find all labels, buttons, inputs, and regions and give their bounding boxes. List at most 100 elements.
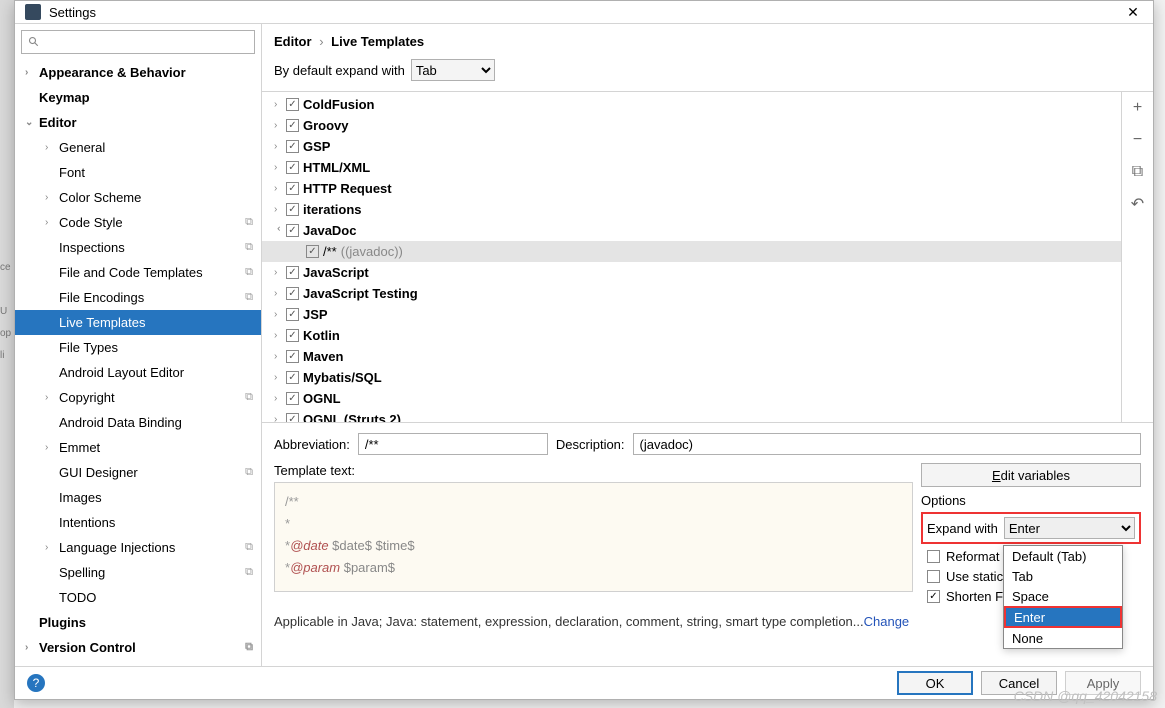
apply-button[interactable]: Apply (1065, 671, 1141, 695)
search-field[interactable] (44, 35, 248, 50)
dropdown-option-space[interactable]: Space (1004, 586, 1122, 606)
abbreviation-input[interactable] (358, 433, 548, 455)
sidebar-item-font[interactable]: Font (15, 160, 261, 185)
template-group-jsp[interactable]: ›✓JSP (262, 304, 1121, 325)
edit-variables-button[interactable]: Edit variables (921, 463, 1141, 487)
group-checkbox[interactable]: ✓ (286, 329, 299, 342)
group-checkbox[interactable]: ✓ (286, 203, 299, 216)
sidebar-item-color-scheme[interactable]: ›Color Scheme (15, 185, 261, 210)
dropdown-option-none[interactable]: None (1004, 628, 1122, 648)
sidebar-item-editor[interactable]: ⌄Editor (15, 110, 261, 135)
sidebar-item-language-injections[interactable]: ›Language Injections⧉ (15, 535, 261, 560)
group-checkbox[interactable]: ✓ (286, 287, 299, 300)
scheme-icon: ⧉ (245, 216, 253, 229)
sidebar-item-todo[interactable]: TODO (15, 585, 261, 610)
reformat-checkbox[interactable] (927, 550, 940, 563)
group-checkbox[interactable]: ✓ (286, 140, 299, 153)
scheme-icon: ⧉ (245, 291, 253, 304)
chevron-icon: › (274, 372, 286, 383)
description-input[interactable] (633, 433, 1141, 455)
sidebar-item-spelling[interactable]: Spelling⧉ (15, 560, 261, 585)
sidebar-item-images[interactable]: Images (15, 485, 261, 510)
shorten-label: Shorten F (946, 589, 1003, 604)
sidebar-item-general[interactable]: ›General (15, 135, 261, 160)
sidebar-item-file-and-code-templates[interactable]: File and Code Templates⧉ (15, 260, 261, 285)
scheme-icon: ⧉ (245, 466, 253, 479)
sidebar-item-android-data-binding[interactable]: Android Data Binding (15, 410, 261, 435)
sidebar-item-copyright[interactable]: ›Copyright⧉ (15, 385, 261, 410)
undo-button[interactable]: ↶ (1126, 192, 1150, 216)
copy-button[interactable]: ⧉ (1126, 160, 1150, 184)
default-expand-select[interactable]: Tab (411, 59, 495, 81)
template-group-groovy[interactable]: ›✓Groovy (262, 115, 1121, 136)
expand-with-select[interactable]: Enter (1004, 517, 1135, 539)
group-checkbox[interactable]: ✓ (286, 392, 299, 405)
search-input[interactable] (21, 30, 255, 54)
sidebar-item-plugins[interactable]: Plugins (15, 610, 261, 635)
group-checkbox[interactable]: ✓ (286, 161, 299, 174)
sidebar-item-inspections[interactable]: Inspections⧉ (15, 235, 261, 260)
group-checkbox[interactable]: ✓ (286, 308, 299, 321)
help-button[interactable]: ? (27, 674, 45, 692)
template-group-maven[interactable]: ›✓Maven (262, 346, 1121, 367)
expand-with-dropdown[interactable]: Default (Tab)TabSpaceEnterNone (1003, 545, 1123, 649)
breadcrumb-editor[interactable]: Editor (274, 34, 312, 49)
group-checkbox[interactable]: ✓ (286, 350, 299, 363)
template-group-kotlin[interactable]: ›✓Kotlin (262, 325, 1121, 346)
chevron-icon: › (274, 393, 286, 404)
sidebar-item-emmet[interactable]: ›Emmet (15, 435, 261, 460)
group-checkbox[interactable]: ✓ (286, 413, 299, 422)
chevron-icon: › (274, 162, 286, 173)
sidebar: ›Appearance & BehaviorKeymap⌄Editor›Gene… (15, 24, 262, 666)
expand-with-label: Expand with (927, 521, 998, 536)
group-checkbox[interactable]: ✓ (286, 371, 299, 384)
sidebar-item-version-control[interactable]: ›Version Control⧉ (15, 635, 261, 660)
group-checkbox[interactable]: ✓ (286, 98, 299, 111)
template-group-http-request[interactable]: ›✓HTTP Request (262, 178, 1121, 199)
add-button[interactable]: + (1126, 96, 1150, 120)
close-button[interactable]: ✕ (1123, 4, 1143, 21)
sidebar-item-gui-designer[interactable]: GUI Designer⧉ (15, 460, 261, 485)
remove-button[interactable]: − (1126, 128, 1150, 152)
cancel-button[interactable]: Cancel (981, 671, 1057, 695)
template-group-iterations[interactable]: ›✓iterations (262, 199, 1121, 220)
template-group-mybatis-sql[interactable]: ›✓Mybatis/SQL (262, 367, 1121, 388)
dropdown-option-enter[interactable]: Enter (1004, 606, 1122, 628)
template-code-editor[interactable]: /** * *@date $date$ $time$ *@param $para… (274, 482, 913, 592)
sidebar-item-code-style[interactable]: ›Code Style⧉ (15, 210, 261, 235)
dropdown-option-tab[interactable]: Tab (1004, 566, 1122, 586)
settings-tree[interactable]: ›Appearance & BehaviorKeymap⌄Editor›Gene… (15, 60, 261, 666)
ok-button[interactable]: OK (897, 671, 973, 695)
use-static-checkbox[interactable] (927, 570, 940, 583)
template-group-html-xml[interactable]: ›✓HTML/XML (262, 157, 1121, 178)
item-checkbox[interactable]: ✓ (306, 245, 319, 258)
shorten-checkbox[interactable]: ✓ (927, 590, 940, 603)
sidebar-item-appearance-behavior[interactable]: ›Appearance & Behavior (15, 60, 261, 85)
group-checkbox[interactable]: ✓ (286, 224, 299, 237)
template-group-ognl-struts-[interactable]: ›✓OGNL (Struts 2) (262, 409, 1121, 422)
group-checkbox[interactable]: ✓ (286, 182, 299, 195)
chevron-icon: › (45, 542, 59, 553)
group-checkbox[interactable]: ✓ (286, 119, 299, 132)
sidebar-item-android-layout-editor[interactable]: Android Layout Editor (15, 360, 261, 385)
sidebar-item-intentions[interactable]: Intentions (15, 510, 261, 535)
dropdown-option-default-tab-[interactable]: Default (Tab) (1004, 546, 1122, 566)
template-group-javadoc[interactable]: ⌄✓JavaDoc (262, 220, 1121, 241)
template-tree[interactable]: ›✓ColdFusion›✓Groovy›✓GSP›✓HTML/XML›✓HTT… (262, 92, 1121, 422)
sidebar-item-keymap[interactable]: Keymap (15, 85, 261, 110)
template-item-javadoc[interactable]: ✓/** ((javadoc)) (262, 241, 1121, 262)
sidebar-item-file-encodings[interactable]: File Encodings⧉ (15, 285, 261, 310)
template-group-coldfusion[interactable]: ›✓ColdFusion (262, 94, 1121, 115)
template-group-javascript-testing[interactable]: ›✓JavaScript Testing (262, 283, 1121, 304)
reformat-label: Reformat (946, 549, 999, 564)
change-context-link[interactable]: Change (864, 614, 910, 629)
sidebar-item-file-types[interactable]: File Types (15, 335, 261, 360)
group-checkbox[interactable]: ✓ (286, 266, 299, 279)
template-group-ognl[interactable]: ›✓OGNL (262, 388, 1121, 409)
search-icon (28, 36, 40, 48)
chevron-icon: › (274, 309, 286, 320)
template-group-gsp[interactable]: ›✓GSP (262, 136, 1121, 157)
sidebar-item-live-templates[interactable]: Live Templates (15, 310, 261, 335)
template-group-javascript[interactable]: ›✓JavaScript (262, 262, 1121, 283)
chevron-icon: › (274, 351, 286, 362)
